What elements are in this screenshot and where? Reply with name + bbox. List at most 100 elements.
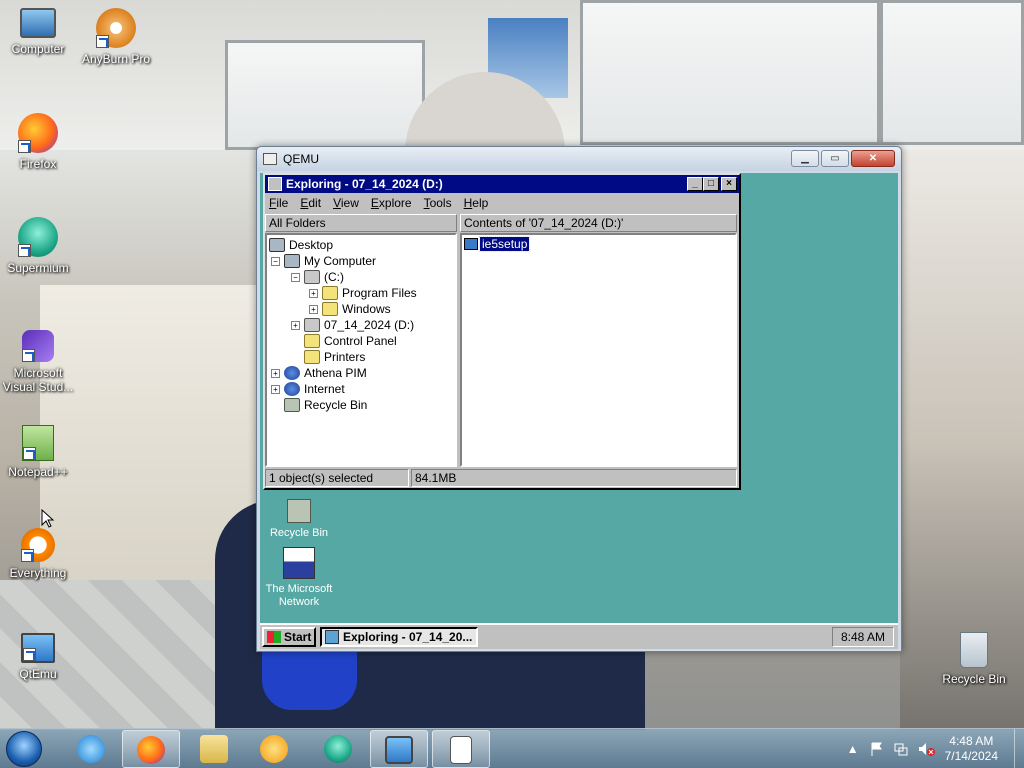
shortcut-arrow-icon — [18, 244, 31, 257]
explorer-maximize-button[interactable]: □ — [703, 177, 719, 191]
show-desktop-button[interactable] — [1014, 729, 1024, 768]
desktop-icon-everything[interactable]: Everything — [0, 528, 76, 580]
everything-icon — [21, 528, 55, 562]
guest-taskbar: Start Exploring - 07_14_20... 8:48 AM — [260, 623, 898, 649]
menu-tools[interactable]: Tools — [424, 196, 452, 210]
explorer-close-button[interactable]: × — [721, 177, 737, 191]
menu-edit[interactable]: Edit — [300, 196, 321, 210]
system-tray: ▲ 4:48 AM 7/14/2024 — [847, 729, 1024, 768]
shortcut-arrow-icon — [96, 35, 109, 48]
network-icon[interactable] — [893, 741, 909, 757]
desktop-icon-computer[interactable]: Computer — [0, 8, 76, 56]
qtemu-icon — [21, 633, 55, 663]
tree-item-desktop[interactable]: Desktop — [269, 237, 333, 253]
internet-explorer-icon — [77, 735, 105, 763]
taskbar-pin-explorer[interactable] — [185, 730, 243, 768]
background-window — [580, 0, 880, 145]
taskbar-pin-qemu[interactable] — [370, 730, 428, 768]
show-hidden-icons-button[interactable]: ▲ — [847, 742, 859, 756]
volume-muted-icon[interactable] — [917, 741, 935, 757]
taskbar-pin-ie[interactable] — [62, 730, 120, 768]
firefox-icon — [137, 736, 165, 764]
tree-item-my-computer[interactable]: − My Computer — [271, 253, 376, 269]
tree-item-windows[interactable]: + Windows — [309, 301, 391, 317]
tree-item-internet[interactable]: + Internet — [271, 381, 345, 397]
guest-screen[interactable]: Recycle Bin The Microsoft Network Explor… — [260, 173, 898, 649]
menu-explore[interactable]: Explore — [371, 196, 412, 210]
tree-item-c-drive[interactable]: − (C:) — [291, 269, 344, 285]
collapse-toggle[interactable]: − — [271, 256, 280, 266]
control-panel-icon — [304, 334, 320, 348]
guest-clock[interactable]: 8:48 AM — [832, 627, 894, 647]
explorer-titlebar[interactable]: Exploring - 07_14_2024 (D:) — [265, 175, 739, 193]
desktop-icon-visual-studio[interactable]: Microsoft Visual Stud... — [0, 330, 76, 394]
host-time: 4:48 AM — [949, 734, 994, 748]
athena-pim-icon — [284, 366, 300, 380]
explorer-app-icon — [268, 177, 282, 191]
recycle-bin-icon — [287, 499, 311, 523]
document-icon — [450, 736, 472, 764]
guest-icon-msn[interactable]: The Microsoft Network — [261, 547, 337, 609]
firefox-icon — [18, 113, 58, 153]
menu-view[interactable]: View — [333, 196, 359, 210]
tree-item-program-files[interactable]: + Program Files — [309, 285, 417, 301]
drive-icon — [304, 270, 320, 284]
visual-studio-icon — [22, 330, 54, 362]
qemu-minimize-button[interactable]: ▁ — [791, 150, 819, 167]
qemu-window[interactable]: QEMU ▁ ▭ ✕ Recycle Bin The Microsoft Net… — [256, 146, 902, 652]
contents-pane[interactable]: ie5setup — [460, 233, 737, 467]
start-button[interactable]: Start — [262, 627, 316, 647]
desktop-icon — [269, 238, 285, 252]
media-player-icon — [260, 735, 288, 763]
status-size: 84.1MB — [411, 469, 737, 487]
qemu-maximize-button[interactable]: ▭ — [821, 150, 849, 167]
computer-icon — [20, 8, 56, 38]
background-window — [225, 40, 425, 150]
host-date: 7/14/2024 — [944, 749, 998, 763]
qemu-close-button[interactable]: ✕ — [851, 150, 895, 167]
taskbar-pin-media-player[interactable] — [245, 730, 303, 768]
desktop-icon-notepadpp[interactable]: Notepad++ — [0, 425, 76, 479]
explorer-title: Exploring - 07_14_2024 (D:) — [286, 177, 443, 191]
expand-toggle[interactable]: + — [309, 288, 318, 298]
msn-icon — [283, 547, 315, 579]
desktop-icon-recycle-bin[interactable]: Recycle Bin — [936, 632, 1012, 686]
expand-toggle[interactable]: + — [291, 320, 300, 330]
folder-icon — [200, 735, 228, 763]
tree-item-athena-pim[interactable]: + Athena PIM — [271, 365, 367, 381]
taskbar-pin-firefox[interactable] — [122, 730, 180, 768]
expand-toggle[interactable]: + — [271, 368, 280, 378]
menu-help[interactable]: Help — [464, 196, 489, 210]
desktop-icon-supermium[interactable]: Supermium — [0, 217, 76, 275]
tree-item-d-drive[interactable]: +07_14_2024 (D:) — [291, 317, 414, 333]
explorer-window[interactable]: Exploring - 07_14_2024 (D:) _ □ × File E… — [263, 173, 741, 490]
collapse-toggle[interactable]: − — [291, 272, 300, 282]
menu-file[interactable]: File — [269, 196, 288, 210]
tree-item-control-panel[interactable]: Control Panel — [304, 333, 397, 349]
windows-start-orb[interactable] — [6, 731, 42, 767]
setup-file-icon — [464, 238, 478, 250]
desktop-icon-anyburn[interactable]: AnyBurn Pro — [78, 8, 154, 66]
taskbar-pin-document[interactable] — [432, 730, 490, 768]
taskbar-button-exploring[interactable]: Exploring - 07_14_20... — [320, 627, 478, 647]
expand-toggle[interactable]: + — [309, 304, 318, 314]
internet-globe-icon — [284, 382, 300, 396]
folder-tree[interactable]: Desktop − My Computer − (C:) + Program File… — [265, 233, 457, 467]
taskbar-pin-supermium[interactable] — [309, 730, 367, 768]
notepadpp-icon — [22, 425, 54, 461]
explorer-minimize-button[interactable]: _ — [687, 177, 703, 191]
desktop-icon-firefox[interactable]: Firefox — [0, 113, 76, 171]
tree-item-recycle-bin[interactable]: Recycle Bin — [284, 397, 367, 413]
qemu-app-icon — [263, 153, 277, 165]
guest-icon-recycle-bin[interactable]: Recycle Bin — [261, 499, 337, 540]
flag-icon[interactable] — [869, 741, 885, 757]
tree-item-printers[interactable]: Printers — [304, 349, 365, 365]
desktop-icon-qtemu[interactable]: QtEmu — [0, 633, 76, 681]
host-clock[interactable]: 4:48 AM 7/14/2024 — [945, 734, 998, 764]
qemu-title: QEMU — [283, 152, 319, 166]
file-item-ie5setup[interactable]: ie5setup — [464, 236, 531, 252]
explorer-task-icon — [325, 630, 339, 644]
shortcut-arrow-icon — [23, 447, 36, 460]
shortcut-arrow-icon — [18, 140, 31, 153]
expand-toggle[interactable]: + — [271, 384, 280, 394]
